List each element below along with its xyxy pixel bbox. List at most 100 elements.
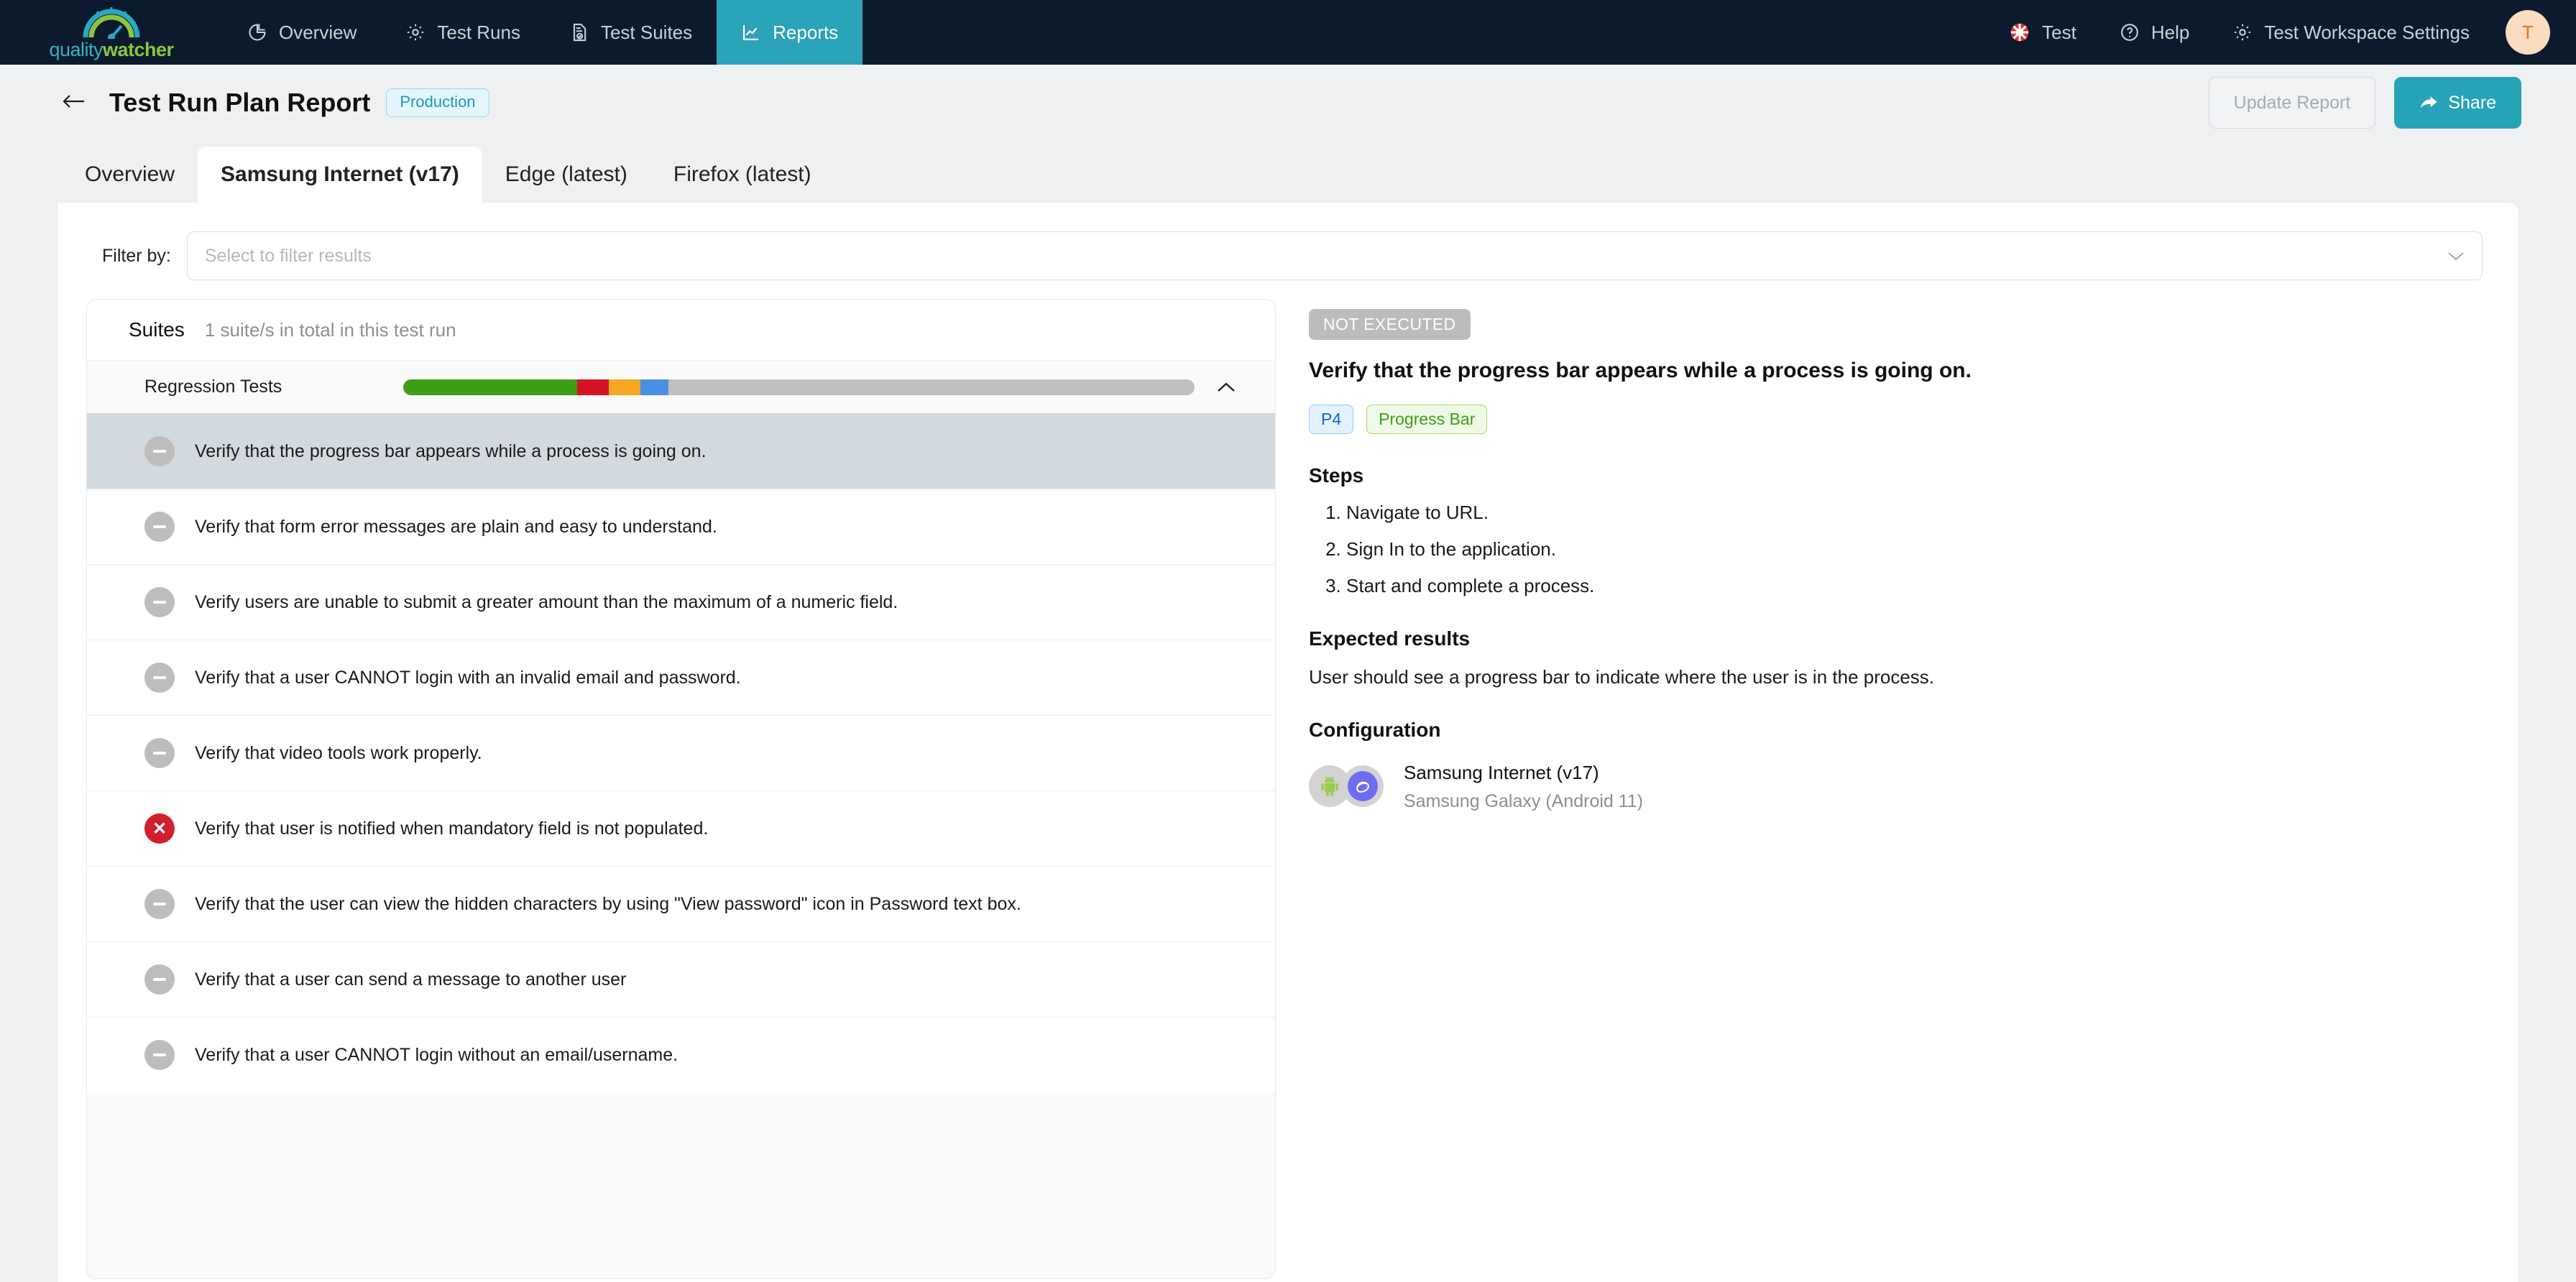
test-case-title: Verify that a user can send a message to… xyxy=(195,969,627,990)
test-case-title: Verify users are unable to submit a grea… xyxy=(195,591,898,612)
expected-results-heading: Expected results xyxy=(1309,627,1471,650)
test-case-row[interactable]: Verify that a user CANNOT login without … xyxy=(87,1017,1275,1092)
test-case-row[interactable]: Verify that video tools work properly. xyxy=(87,715,1275,790)
status-badge: NOT EXECUTED xyxy=(1309,309,1471,340)
pie-chart-icon xyxy=(247,22,267,42)
share-button[interactable]: Share xyxy=(2394,77,2521,129)
configuration-icons xyxy=(1309,765,1385,808)
tab-edge-label: Edge (latest) xyxy=(505,162,627,186)
test-case-row[interactable]: Verify that a user can send a message to… xyxy=(87,941,1275,1017)
qualitywatcher-logo-icon xyxy=(81,6,142,41)
test-case-row[interactable]: Verify that a user CANNOT login with an … xyxy=(87,640,1275,715)
document-check-icon xyxy=(569,22,589,42)
filter-row: Filter by: Select to filter results xyxy=(86,223,2490,299)
suites-title: Suites xyxy=(129,318,185,341)
steps-list: Navigate to URL. Sign In to the applicati… xyxy=(1346,502,2461,597)
brand-word-quality: quality xyxy=(49,38,103,60)
tab-edge[interactable]: Edge (latest) xyxy=(482,147,650,203)
test-case-list: Verify that the progress bar appears whi… xyxy=(87,413,1275,1278)
workspace-icon xyxy=(2009,22,2030,43)
update-report-label: Update Report xyxy=(2233,92,2351,113)
report-tabs: Overview Samsung Internet (v17) Edge (la… xyxy=(0,141,2576,203)
nav-item-test-suites[interactable]: Test Suites xyxy=(545,0,717,65)
environment-badge: Production xyxy=(386,88,489,117)
test-case-title: Verify that video tools work properly. xyxy=(195,742,482,763)
tab-overview[interactable]: Overview xyxy=(62,147,198,203)
tab-firefox-label: Firefox (latest) xyxy=(673,162,811,186)
configuration-heading: Configuration xyxy=(1309,719,1441,741)
detail-title: Verify that the progress bar appears whi… xyxy=(1309,359,1972,382)
line-chart-icon xyxy=(741,22,761,42)
page-header: Test Run Plan Report Production Update R… xyxy=(0,65,2576,141)
test-case-detail-pane: NOT EXECUTED Verify that the progress ba… xyxy=(1300,299,2490,1279)
step-item: Start and complete a process. xyxy=(1346,575,2461,597)
test-case-row[interactable]: Verify users are unable to submit a grea… xyxy=(87,564,1275,640)
detail-tag-row: P4 Progress Bar xyxy=(1309,405,2461,434)
tab-firefox[interactable]: Firefox (latest) xyxy=(650,147,834,203)
test-case-title: Verify that the progress bar appears whi… xyxy=(195,441,707,461)
test-case-row[interactable]: ✕ Verify that user is notified when manda… xyxy=(87,790,1275,866)
gear-icon xyxy=(2232,22,2253,42)
test-case-row[interactable]: Verify that form error messages are plai… xyxy=(87,489,1275,564)
progress-segment-blocked xyxy=(609,379,641,395)
top-navigation-bar: qualitywatcher Overview Test Runs Test S… xyxy=(0,0,2576,65)
header-actions: Update Report Share xyxy=(2208,77,2521,129)
brand-word-watcher: watcher xyxy=(103,38,174,60)
suite-summary-row[interactable]: Regression Tests xyxy=(87,361,1275,413)
feature-badge: Progress Bar xyxy=(1366,405,1488,434)
tab-samsung-internet[interactable]: Samsung Internet (v17) xyxy=(198,147,482,203)
filter-select-placeholder: Select to filter results xyxy=(204,245,372,266)
test-case-title: Verify that a user CANNOT login with an … xyxy=(195,667,741,688)
avatar[interactable]: T xyxy=(2506,10,2550,55)
status-not-executed-icon xyxy=(144,512,175,542)
secondary-nav-items: Test Help Test Workspace Settings T xyxy=(1987,0,2576,65)
step-item: Navigate to URL. xyxy=(1346,502,2461,524)
test-case-title: Verify that a user CANNOT login without … xyxy=(195,1044,678,1065)
configuration-browser: Samsung Internet (v17) xyxy=(1404,762,1599,783)
nav-item-overview-label: Overview xyxy=(279,21,357,43)
test-case-title: Verify that user is notified when mandat… xyxy=(195,818,709,839)
nav-item-workspace[interactable]: Test xyxy=(1987,22,2098,44)
status-not-executed-icon xyxy=(144,1040,175,1070)
filter-select[interactable]: Select to filter results xyxy=(186,231,2483,280)
status-not-executed-icon xyxy=(144,964,175,995)
suites-subtitle: 1 suite/s in total in this test run xyxy=(204,319,456,341)
suite-name: Regression Tests xyxy=(144,377,282,397)
nav-item-overview[interactable]: Overview xyxy=(223,0,381,65)
nav-item-test-suites-label: Test Suites xyxy=(600,21,693,43)
nav-item-test-runs[interactable]: Test Runs xyxy=(381,0,545,65)
nav-item-workspace-settings[interactable]: Test Workspace Settings xyxy=(2211,22,2491,44)
nav-item-reports-label: Reports xyxy=(773,21,839,43)
avatar-initial: T xyxy=(2522,21,2534,43)
progress-segment-failed xyxy=(577,379,610,395)
status-not-executed-icon xyxy=(144,738,175,768)
progress-segment-passed xyxy=(403,379,578,395)
steps-heading: Steps xyxy=(1309,464,1364,486)
filter-label: Filter by: xyxy=(102,245,171,266)
primary-nav-items: Overview Test Runs Test Suites Reports xyxy=(223,0,863,65)
suites-header: Suites 1 suite/s in total in this test r… xyxy=(87,300,1275,361)
page-title: Test Run Plan Report xyxy=(109,88,371,117)
expected-results-text: User should see a progress bar to indica… xyxy=(1309,666,1935,688)
nav-item-test-runs-label: Test Runs xyxy=(437,21,520,43)
status-failed-icon: ✕ xyxy=(144,813,175,844)
tab-samsung-internet-label: Samsung Internet (v17) xyxy=(221,162,459,186)
test-case-row[interactable]: Verify that the progress bar appears whi… xyxy=(87,413,1275,489)
progress-segment-retest xyxy=(640,379,668,395)
update-report-button[interactable]: Update Report xyxy=(2208,77,2376,129)
collapse-suite-chevron-up-icon[interactable] xyxy=(1216,378,1236,397)
status-not-executed-icon xyxy=(144,663,175,693)
nav-item-help-label: Help xyxy=(2150,21,2190,43)
test-case-title: Verify that the user can view the hidden… xyxy=(195,893,1021,914)
test-case-row[interactable]: Verify that the user can view the hidden… xyxy=(87,866,1275,941)
brand-logo[interactable]: qualitywatcher xyxy=(0,0,223,65)
nav-item-reports[interactable]: Reports xyxy=(717,0,863,65)
share-icon xyxy=(2419,95,2438,111)
configuration-row: Samsung Internet (v17) Samsung Galaxy (A… xyxy=(1309,762,2461,812)
back-arrow-icon[interactable] xyxy=(62,91,86,115)
nav-item-workspace-settings-label: Test Workspace Settings xyxy=(2264,21,2470,43)
nav-item-help[interactable]: Help xyxy=(2098,22,2211,44)
suites-pane: Suites 1 suite/s in total in this test r… xyxy=(86,299,1276,1279)
chevron-down-icon xyxy=(2447,246,2465,265)
status-not-executed-icon xyxy=(144,436,175,466)
